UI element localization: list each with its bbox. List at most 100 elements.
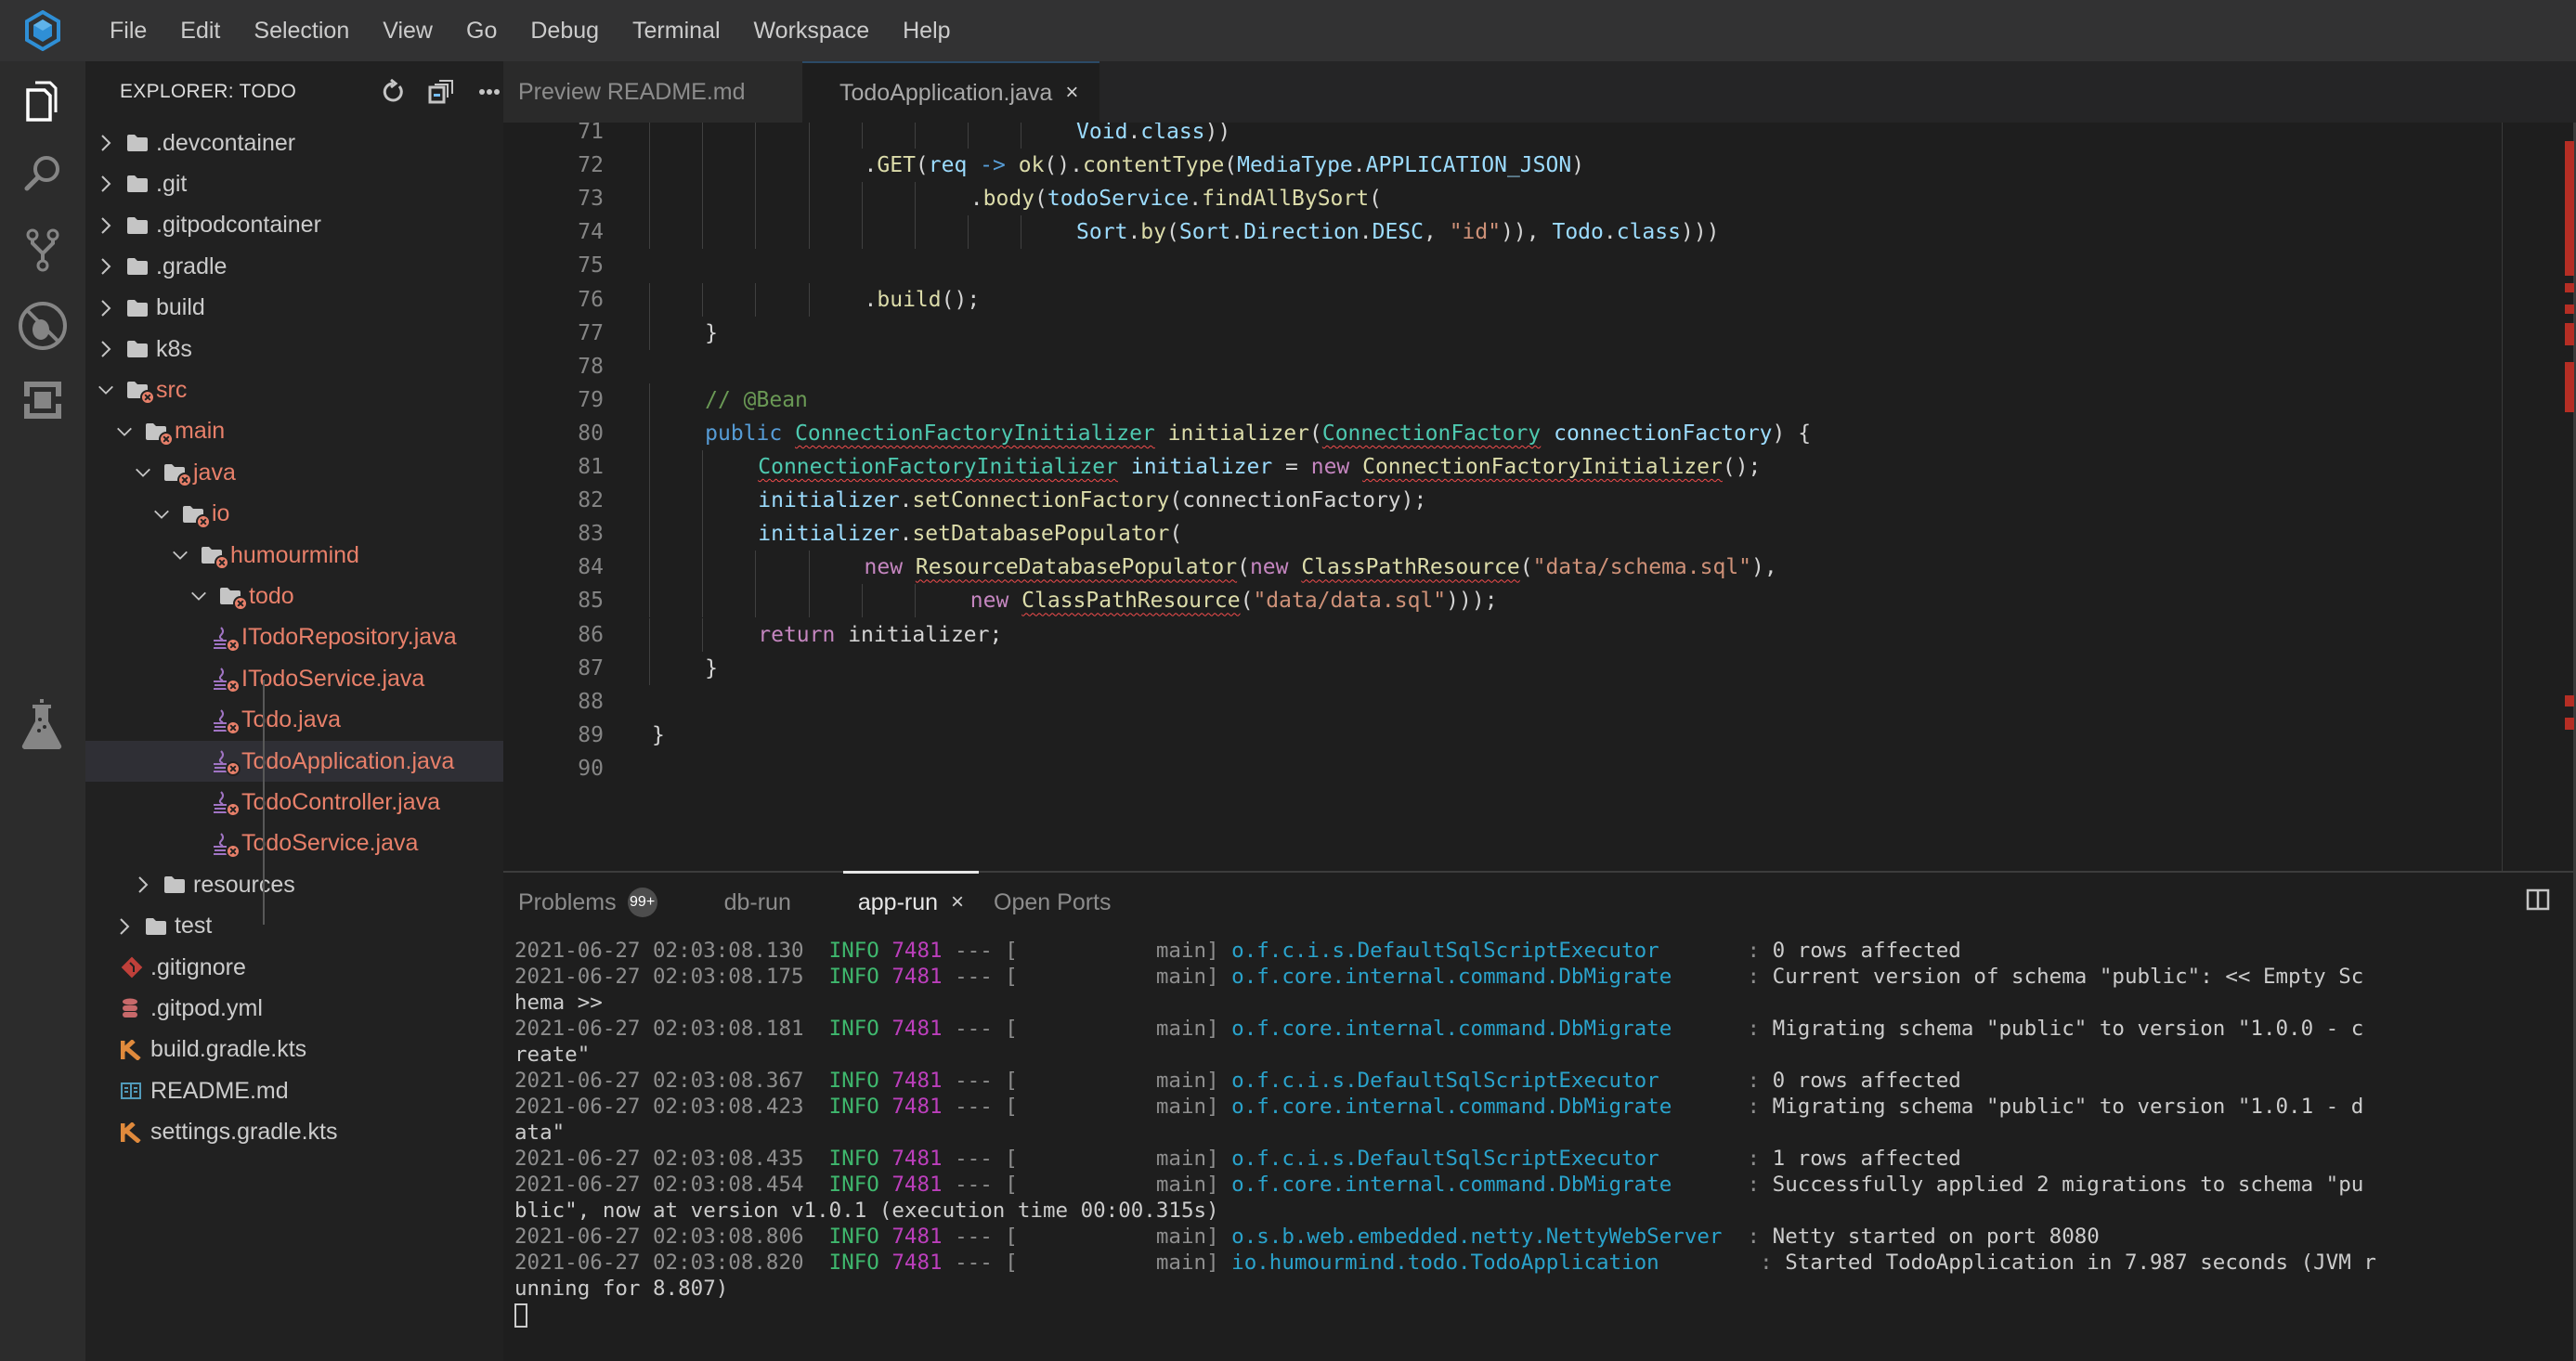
- flask-icon[interactable]: [0, 693, 85, 758]
- tree-item-label: ITodoService.java: [241, 665, 425, 692]
- code-editor[interactable]: 71 Void.class)) 72 .GET(req -> ok().content…: [503, 123, 2576, 871]
- error-marker[interactable]: [2565, 230, 2574, 277]
- chevron-down-icon[interactable]: [134, 452, 152, 493]
- chevron-right-icon[interactable]: [97, 123, 115, 163]
- tree-item[interactable]: k8s: [85, 329, 503, 369]
- chevron-down-icon[interactable]: [115, 411, 134, 452]
- tree-item[interactable]: settings.gradle.kts: [85, 1112, 503, 1153]
- error-marker[interactable]: [2565, 694, 2574, 707]
- error-marker[interactable]: [2565, 283, 2574, 292]
- files-icon[interactable]: [0, 69, 85, 134]
- tree-item[interactable]: src: [85, 369, 503, 410]
- code-line[interactable]: 86 return initializer;: [503, 618, 2576, 652]
- tree-item[interactable]: resources: [85, 864, 503, 905]
- code-line[interactable]: 73 .body(todoService.findAllBySort(: [503, 182, 2576, 215]
- chevron-down-icon[interactable]: [189, 576, 208, 616]
- gitpod-logo-icon[interactable]: [0, 0, 85, 61]
- code-line[interactable]: 75: [503, 249, 2576, 282]
- tree-item[interactable]: TodoController.java: [85, 782, 503, 823]
- code-line[interactable]: 81 ConnectionFactoryInitializer initializ…: [503, 450, 2576, 484]
- chevron-down-icon[interactable]: [97, 369, 115, 410]
- folder-icon: [126, 297, 150, 319]
- collapse-all-icon[interactable]: [427, 78, 455, 106]
- code-line[interactable]: 90: [503, 752, 2576, 785]
- tab-todoapplication-java[interactable]: TodoApplication.java ×: [802, 61, 1099, 123]
- tree-item[interactable]: README.md: [85, 1070, 503, 1111]
- error-marker[interactable]: [2565, 304, 2574, 314]
- tree-item[interactable]: Todo.java: [85, 700, 503, 741]
- code-line[interactable]: 88: [503, 685, 2576, 719]
- code-line[interactable]: 77}: [503, 317, 2576, 350]
- code-token: =: [1272, 455, 1311, 479]
- tree-item[interactable]: todo: [85, 576, 503, 616]
- menu-selection[interactable]: Selection: [237, 0, 366, 61]
- tree-item[interactable]: .devcontainer: [85, 123, 503, 163]
- panel-tab-app-run[interactable]: app-run ×: [842, 871, 980, 932]
- menu-go[interactable]: Go: [449, 0, 514, 61]
- source-control-icon[interactable]: [0, 217, 85, 282]
- chevron-right-icon[interactable]: [97, 205, 115, 246]
- tree-item[interactable]: io: [85, 494, 503, 535]
- tab-preview-readme[interactable]: Preview README.md: [503, 61, 802, 123]
- search-icon[interactable]: [0, 141, 85, 206]
- tree-item[interactable]: java: [85, 452, 503, 493]
- tree-item[interactable]: build.gradle.kts: [85, 1030, 503, 1070]
- tree-item[interactable]: .gitpodcontainer: [85, 205, 503, 246]
- code-line[interactable]: 82 initializer.setConnectionFactory(conne…: [503, 484, 2576, 517]
- tree-item[interactable]: ITodoService.java: [85, 658, 503, 699]
- terminal-output[interactable]: 2021-06-27 02:03:08.130 INFO 7481 --- [ …: [514, 938, 2376, 1328]
- tree-item[interactable]: .gitpod.yml: [85, 988, 503, 1029]
- code-line[interactable]: 72 .GET(req -> ok().contentType(MediaType…: [503, 149, 2576, 182]
- refresh-icon[interactable]: [379, 78, 407, 106]
- code-line[interactable]: 74 Sort.by(Sort.Direction.DESC, "id")), T…: [503, 215, 2576, 249]
- chevron-right-icon[interactable]: [97, 329, 115, 369]
- code-line[interactable]: 80 public ConnectionFactoryInitializer in…: [503, 417, 2576, 450]
- error-marker[interactable]: [2565, 141, 2574, 175]
- tree-item[interactable]: humourmind: [85, 535, 503, 576]
- more-icon[interactable]: [475, 78, 503, 106]
- close-tab-icon[interactable]: ×: [1065, 80, 1078, 106]
- code-line[interactable]: 89}: [503, 719, 2576, 752]
- tree-item[interactable]: main: [85, 411, 503, 452]
- code-line[interactable]: 71 Void.class)): [503, 123, 2576, 149]
- code-line[interactable]: 85 new ClassPathResource("data/data.sql")…: [503, 584, 2576, 617]
- error-marker[interactable]: [2565, 717, 2574, 730]
- menu-debug[interactable]: Debug: [514, 0, 616, 61]
- tree-item[interactable]: .gitignore: [85, 947, 503, 988]
- panel-tab-open-ports[interactable]: Open Ports: [979, 873, 1125, 932]
- code-line[interactable]: 79 // @Bean: [503, 383, 2576, 417]
- chevron-right-icon[interactable]: [134, 864, 152, 905]
- tree-item[interactable]: test: [85, 906, 503, 947]
- tree-item[interactable]: TodoApplication.java: [85, 741, 503, 782]
- code-line[interactable]: 84 new ResourceDatabasePopulator(new Clas…: [503, 551, 2576, 584]
- split-panel-icon[interactable]: [2526, 888, 2550, 911]
- tree-item[interactable]: TodoService.java: [85, 823, 503, 864]
- error-marker[interactable]: [2565, 361, 2574, 412]
- menu-edit[interactable]: Edit: [163, 0, 237, 61]
- chevron-down-icon[interactable]: [152, 494, 171, 535]
- chevron-right-icon[interactable]: [97, 163, 115, 204]
- tree-item[interactable]: .git: [85, 163, 503, 204]
- code-line[interactable]: 83 initializer.setDatabasePopulator(: [503, 517, 2576, 551]
- extensions-icon[interactable]: [0, 368, 85, 433]
- menu-terminal[interactable]: Terminal: [616, 0, 736, 61]
- close-terminal-icon[interactable]: ×: [951, 889, 964, 915]
- tree-item[interactable]: build: [85, 288, 503, 329]
- code-line[interactable]: 87}: [503, 652, 2576, 685]
- menu-file[interactable]: File: [85, 0, 163, 61]
- menu-help[interactable]: Help: [886, 0, 967, 61]
- panel-tab-problems[interactable]: Problems 99+: [503, 873, 672, 932]
- menu-workspace[interactable]: Workspace: [737, 0, 887, 61]
- chevron-right-icon[interactable]: [97, 246, 115, 287]
- code-line[interactable]: 76 .build();: [503, 283, 2576, 317]
- error-marker[interactable]: [2565, 323, 2574, 346]
- code-line[interactable]: 78: [503, 350, 2576, 383]
- debug-disabled-icon[interactable]: [0, 293, 85, 358]
- panel-tab-db-run[interactable]: db-run: [709, 873, 806, 932]
- chevron-down-icon[interactable]: [171, 535, 189, 576]
- chevron-right-icon[interactable]: [97, 288, 115, 329]
- tree-item[interactable]: ITodoRepository.java: [85, 617, 503, 658]
- chevron-right-icon[interactable]: [115, 906, 134, 947]
- menu-view[interactable]: View: [366, 0, 449, 61]
- tree-item[interactable]: .gradle: [85, 246, 503, 287]
